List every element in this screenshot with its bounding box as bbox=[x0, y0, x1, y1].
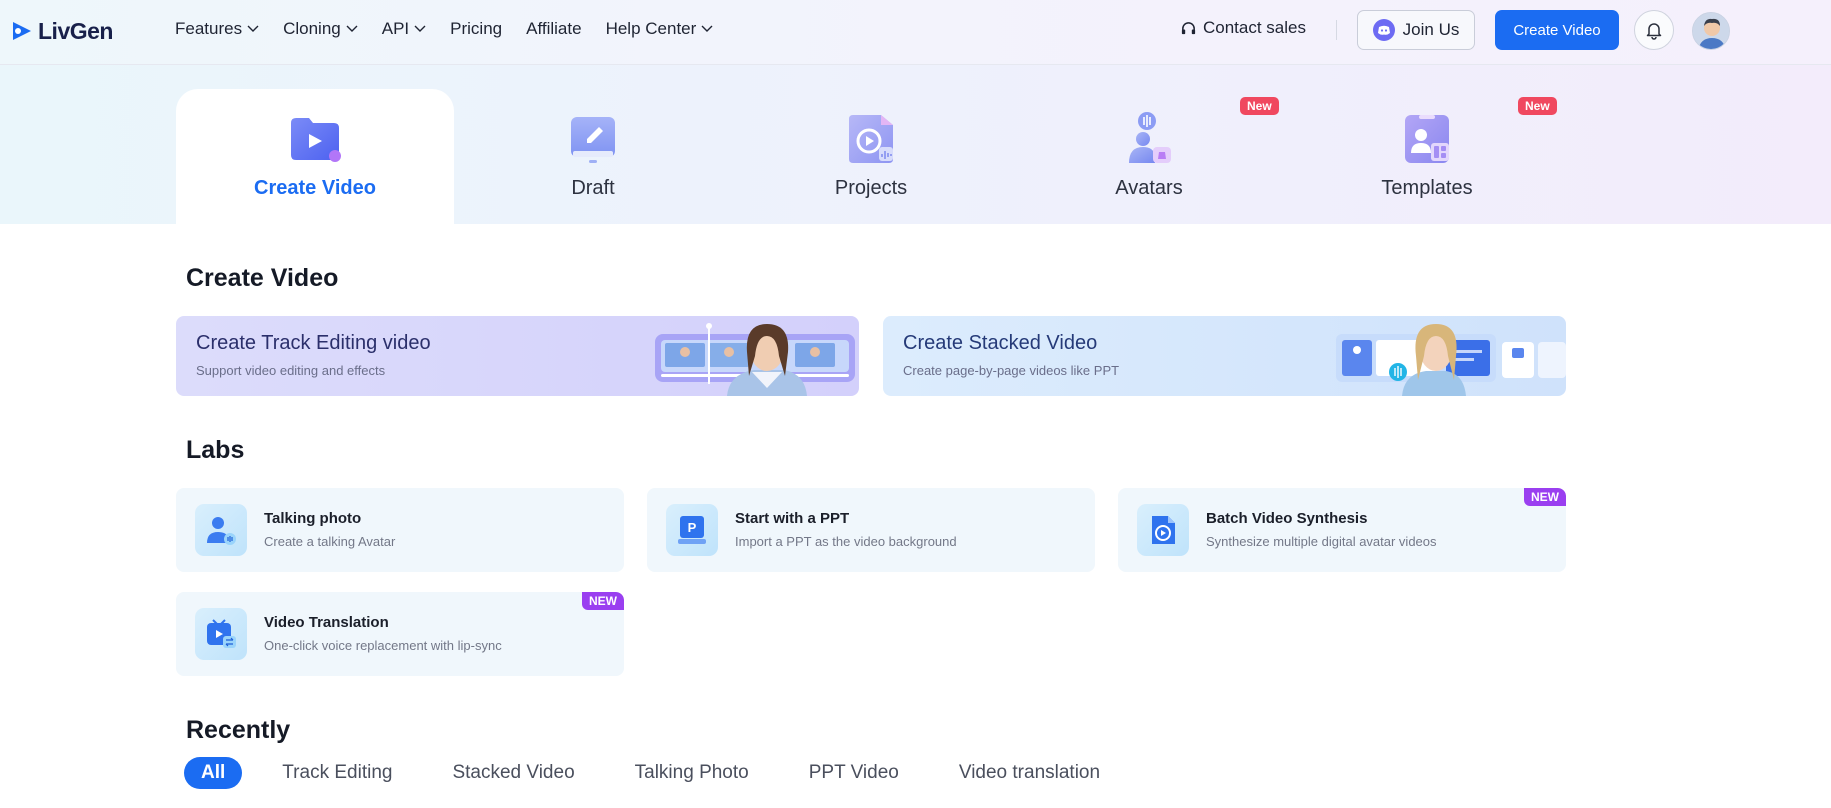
brand-name: LivGen bbox=[38, 17, 113, 44]
user-avatar[interactable] bbox=[1692, 12, 1730, 50]
projects-icon bbox=[849, 115, 893, 163]
talking-photo-icon bbox=[195, 504, 247, 556]
nav-item-label: Features bbox=[175, 19, 243, 38]
lab-subtitle: Create a talking Avatar bbox=[264, 534, 396, 549]
nav-item-label: Cloning bbox=[283, 19, 341, 38]
tab-create-video[interactable]: Create Video bbox=[176, 89, 454, 224]
tab-label: Projects bbox=[834, 177, 908, 199]
create-video-button[interactable]: Create Video bbox=[1495, 10, 1619, 50]
nav-item-features[interactable]: Features bbox=[175, 19, 259, 39]
contact-sales-label: Contact sales bbox=[1203, 18, 1306, 37]
nav-item-pricing[interactable]: Pricing bbox=[450, 19, 502, 39]
new-badge: New bbox=[1240, 97, 1279, 115]
new-badge: NEW bbox=[1524, 488, 1566, 506]
tab-avatars[interactable]: Avatars New bbox=[1010, 89, 1288, 224]
top-navigation: LivGen Features Cloning API Pricing Affi… bbox=[0, 0, 1831, 65]
nav-item-label: Affiliate bbox=[526, 19, 582, 38]
templates-icon bbox=[1405, 115, 1449, 163]
card-subtitle: Support video editing and effects bbox=[196, 363, 386, 378]
lab-card-batch-video-synthesis[interactable]: Batch Video Synthesis Synthesize multipl… bbox=[1118, 488, 1566, 572]
chevron-down-icon bbox=[701, 25, 713, 32]
create-video-icon bbox=[291, 118, 341, 162]
nav-item-label: Help Center bbox=[605, 19, 697, 38]
tab-templates[interactable]: Templates New bbox=[1288, 89, 1566, 224]
svg-text:P: P bbox=[688, 520, 697, 535]
nav-item-affiliate[interactable]: Affiliate bbox=[526, 19, 581, 39]
discord-icon bbox=[1372, 19, 1395, 41]
tab-label: Avatars bbox=[1115, 177, 1183, 199]
tab-label: Create Video bbox=[254, 177, 376, 199]
contact-sales-link[interactable]: Contact sales bbox=[1180, 18, 1306, 38]
chevron-down-icon bbox=[414, 25, 426, 32]
video-translation-icon bbox=[195, 608, 247, 660]
chevron-down-icon bbox=[346, 25, 358, 32]
ppt-icon: P bbox=[666, 504, 718, 556]
lab-card-start-with-ppt[interactable]: P Start with a PPT Import a PPT as the v… bbox=[647, 488, 1095, 572]
lab-title: Video Translation bbox=[264, 614, 389, 631]
lab-card-talking-photo[interactable]: Talking photo Create a talking Avatar bbox=[176, 488, 624, 572]
lab-title: Batch Video Synthesis bbox=[1206, 510, 1368, 527]
stacked-video-illustration bbox=[1336, 324, 1566, 396]
join-us-label: Join Us bbox=[1402, 20, 1460, 39]
filter-ppt-video[interactable]: PPT Video bbox=[809, 762, 899, 784]
bell-icon bbox=[1646, 23, 1662, 40]
recently-filters: All Track Editing Stacked Video Talking … bbox=[184, 756, 1160, 790]
card-title: Create Stacked Video bbox=[903, 332, 1098, 354]
batch-video-icon bbox=[1137, 504, 1189, 556]
filter-talking-photo[interactable]: Talking Photo bbox=[635, 762, 749, 784]
main-menu: Features Cloning API Pricing Affiliate H… bbox=[175, 0, 713, 58]
labs-heading: Labs bbox=[186, 436, 245, 464]
tab-draft[interactable]: Draft bbox=[454, 89, 732, 224]
filter-stacked-video[interactable]: Stacked Video bbox=[452, 762, 574, 784]
nav-divider bbox=[1336, 20, 1337, 40]
card-subtitle: Create page-by-page videos like PPT bbox=[903, 363, 1120, 378]
headset-icon bbox=[1181, 21, 1196, 34]
chevron-down-icon bbox=[247, 25, 259, 32]
filter-track-editing[interactable]: Track Editing bbox=[282, 762, 392, 784]
filter-video-translation[interactable]: Video translation bbox=[959, 762, 1100, 784]
lab-title: Start with a PPT bbox=[735, 510, 850, 527]
lab-card-video-translation[interactable]: Video Translation One-click voice replac… bbox=[176, 592, 624, 676]
filter-all[interactable]: All bbox=[184, 757, 243, 789]
join-us-button[interactable]: Join Us bbox=[1357, 10, 1475, 50]
new-badge: New bbox=[1518, 97, 1557, 115]
lab-title: Talking photo bbox=[264, 510, 362, 527]
create-stacked-video-card[interactable]: Create Stacked Video Create page-by-page… bbox=[883, 316, 1566, 396]
nav-item-cloning[interactable]: Cloning bbox=[283, 19, 358, 39]
track-editing-illustration bbox=[655, 323, 855, 396]
nav-item-help-center[interactable]: Help Center bbox=[606, 19, 714, 39]
notifications-button[interactable] bbox=[1634, 10, 1674, 50]
lab-subtitle: One-click voice replacement with lip-syn… bbox=[264, 638, 502, 653]
workspace-tabs: Create Video Draft Projects Avatars New … bbox=[0, 65, 1831, 224]
lab-subtitle: Synthesize multiple digital avatar video… bbox=[1206, 534, 1437, 549]
create-video-heading: Create Video bbox=[186, 264, 339, 292]
recently-heading: Recently bbox=[186, 716, 291, 744]
tab-projects[interactable]: Projects bbox=[732, 89, 1010, 224]
card-title: Create Track Editing video bbox=[196, 332, 431, 354]
user-avatar-icon bbox=[1693, 13, 1729, 49]
tab-label: Draft bbox=[571, 177, 615, 199]
logo-mark-icon bbox=[13, 22, 31, 40]
draft-icon bbox=[571, 117, 615, 163]
create-track-editing-card[interactable]: Create Track Editing video Support video… bbox=[176, 316, 859, 396]
nav-item-label: API bbox=[381, 19, 410, 38]
new-badge: NEW bbox=[582, 592, 624, 610]
nav-item-label: Pricing bbox=[450, 19, 503, 38]
avatars-icon bbox=[1129, 112, 1171, 163]
nav-item-api[interactable]: API bbox=[382, 19, 426, 39]
lab-subtitle: Import a PPT as the video background bbox=[735, 534, 957, 549]
brand-logo[interactable]: LivGen bbox=[10, 16, 113, 46]
tab-label: Templates bbox=[1381, 177, 1473, 199]
